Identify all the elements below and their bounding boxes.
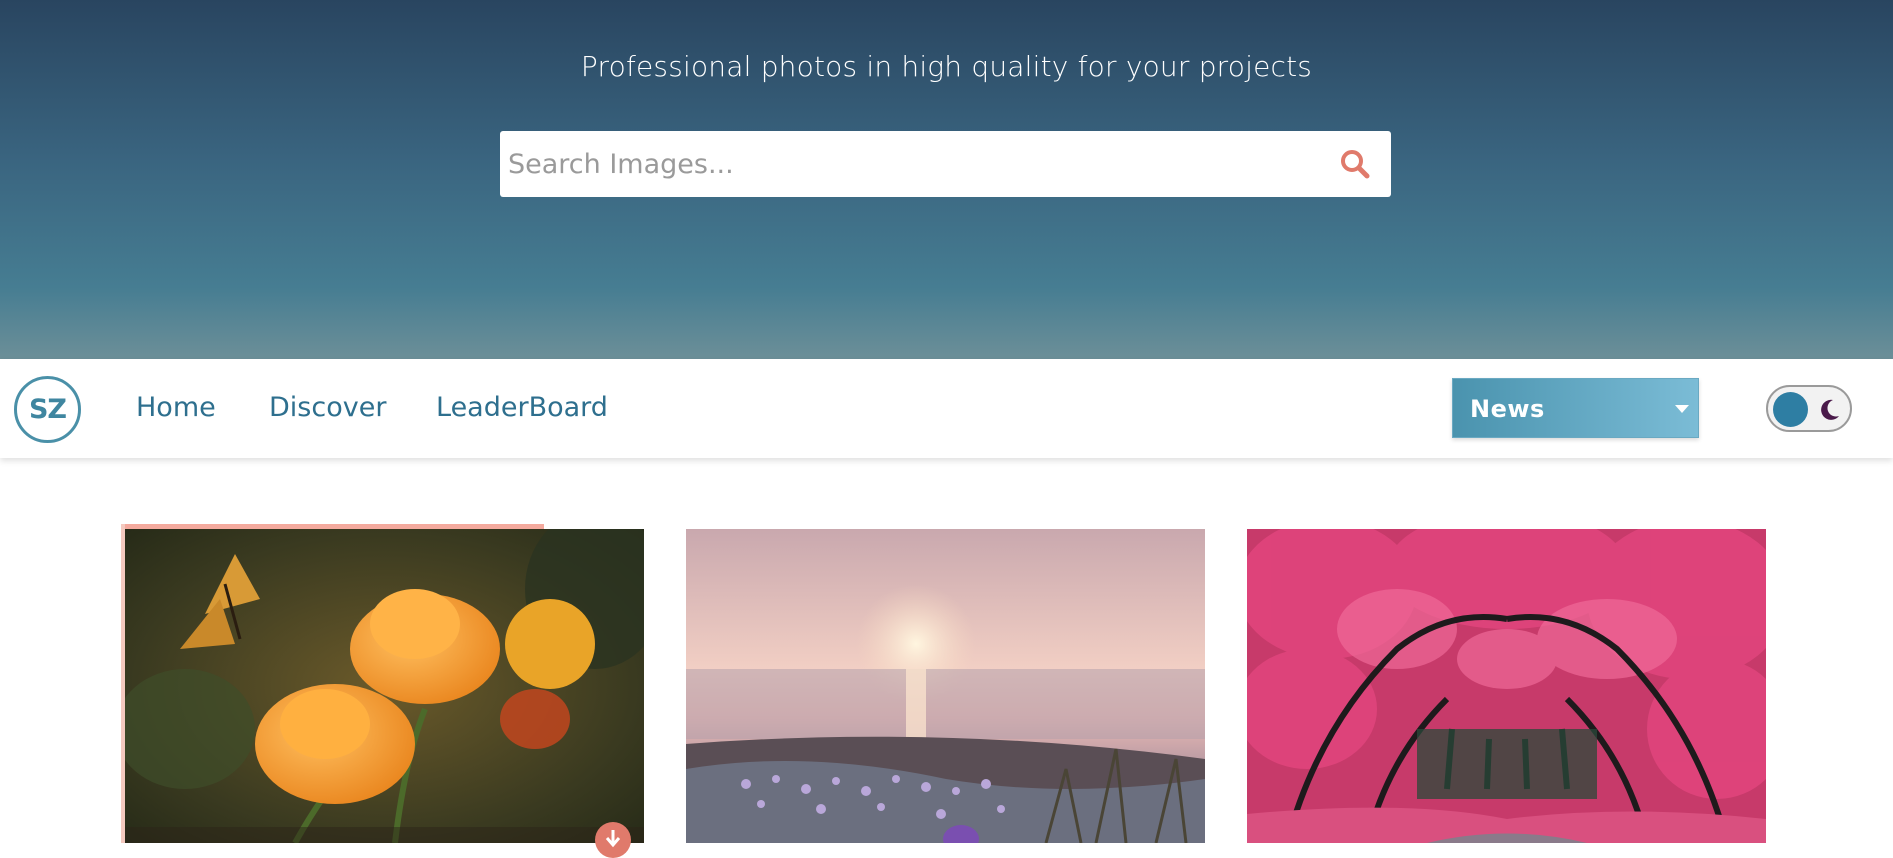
theme-toggle[interactable] — [1766, 385, 1852, 432]
hero-tagline: Professional photos in high quality for … — [580, 50, 1313, 83]
category-dropdown[interactable]: News — [1452, 378, 1699, 438]
search-icon[interactable] — [1338, 147, 1372, 181]
nav-link-home[interactable]: Home — [136, 388, 216, 428]
gallery-card-blossom[interactable] — [1247, 529, 1766, 843]
download-button[interactable] — [595, 822, 631, 858]
search-box[interactable] — [500, 131, 1391, 197]
download-icon — [605, 830, 621, 848]
toggle-knob — [1773, 392, 1808, 427]
category-selected-label: News — [1470, 395, 1545, 423]
nav-link-discover[interactable]: Discover — [269, 388, 386, 428]
photo-blossom-trees — [1247, 529, 1766, 843]
photo-sunset-sea — [686, 529, 1205, 843]
gallery-card-flowers[interactable] — [125, 529, 644, 843]
gallery-card-sunset[interactable] — [686, 529, 1205, 843]
photo-flowers-butterfly — [125, 529, 644, 843]
site-logo[interactable]: SZ — [14, 376, 81, 443]
chevron-down-icon — [1675, 405, 1689, 413]
search-input[interactable] — [504, 131, 1324, 197]
nav-link-leaderboard[interactable]: LeaderBoard — [436, 388, 608, 428]
moon-icon — [1821, 399, 1839, 420]
